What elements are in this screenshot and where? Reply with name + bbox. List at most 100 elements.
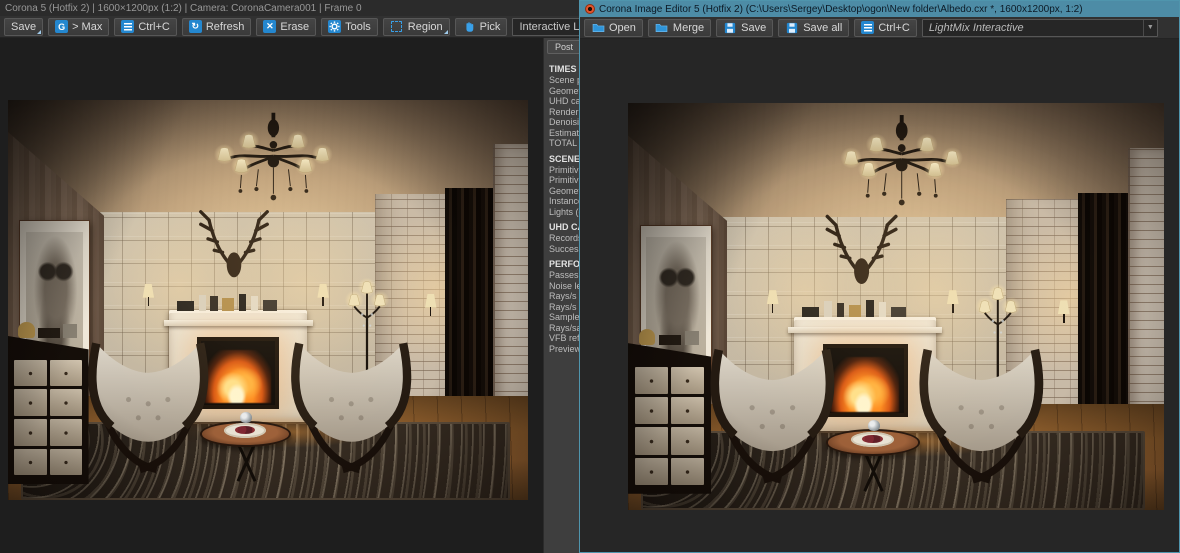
chandelier [213, 112, 333, 201]
coffee-table [826, 420, 921, 496]
region-button[interactable]: Region [382, 17, 450, 36]
folder-merge-icon [655, 21, 669, 35]
merge-label: Merge [672, 21, 705, 34]
erase-label: Erase [280, 20, 310, 33]
save-label: Save [11, 20, 37, 33]
save-button[interactable]: Save [4, 17, 44, 36]
sconce-arm [147, 297, 150, 306]
cie-lightmix-value: LightMix Interactive [928, 21, 1024, 34]
save-dropdown-corner [37, 29, 42, 34]
pick-label: Pick [479, 20, 501, 33]
stats-item: Primitiv [549, 164, 579, 175]
stats-item: TOTAL e [549, 138, 579, 148]
vfb-render-canvas[interactable] [8, 100, 528, 500]
stats-section-uhd: UHD CA [549, 222, 579, 232]
sconce-arm [771, 303, 774, 313]
stats-item: Passes t [549, 270, 579, 280]
render-scene [628, 103, 1164, 510]
mantel-decor [177, 293, 297, 311]
dresser [628, 343, 712, 494]
copy-list-icon [121, 20, 135, 33]
stats-item: Primitiv [549, 175, 579, 185]
copy-list-icon [861, 21, 875, 34]
open-label: Open [609, 21, 636, 34]
stats-item: Rays/s t [549, 291, 579, 301]
sconce-arm [322, 297, 324, 306]
render-scene [8, 100, 528, 500]
region-dashed-icon [390, 20, 404, 34]
stats-item: Denoisin [549, 117, 579, 127]
armchair-right [919, 348, 1044, 484]
stats-item: Renderin [549, 106, 579, 117]
stats-item: Rays/s a [549, 301, 579, 312]
stats-item: VFB refr [549, 333, 579, 343]
floppy-save-all-icon [785, 21, 799, 35]
stats-item: Noise le [549, 280, 579, 291]
erase-button[interactable]: ✕ Erase [256, 17, 317, 36]
sconce-shade [1057, 300, 1070, 315]
refresh-button[interactable]: ↻ Refresh [181, 17, 252, 36]
tools-button[interactable]: Tools [321, 17, 378, 36]
chevron-down-icon: ▼ [1142, 19, 1157, 36]
dresser-decor [638, 328, 703, 346]
stats-item: Records: [549, 233, 579, 243]
wall-sconce [943, 290, 962, 313]
region-dropdown-corner [443, 29, 448, 34]
wall-sconce [763, 290, 782, 313]
save-all-button[interactable]: Save all [778, 18, 850, 37]
dresser-drawers [14, 359, 83, 476]
erase-x-icon: ✕ [263, 20, 277, 33]
mantel-decor [802, 299, 925, 318]
armchair-left [88, 342, 209, 474]
cie-lightmix-dropdown[interactable]: LightMix Interactive ▼ [921, 18, 1158, 37]
folder-open-icon [591, 21, 605, 35]
stats-tabs: Post S [544, 38, 579, 56]
vfb-titlebar[interactable]: Corona 5 (Hotfix 2) | 1600×1200px (1:2) … [0, 0, 579, 16]
corona-image-editor-window: Corona Image Editor 5 (Hotfix 2) (C:\Use… [579, 0, 1180, 553]
desktop: Corona 5 (Hotfix 2) | 1600×1200px (1:2) … [0, 0, 1180, 553]
stats-body: TIMES Scene pa Geometr UHD cac Renderin … [544, 56, 579, 354]
tab-post[interactable]: Post [547, 40, 579, 54]
mantel-shelf [788, 326, 942, 333]
cie-copy-button[interactable]: Ctrl+C [854, 18, 917, 37]
stats-section-times: TIMES [549, 64, 577, 74]
copy-label: Ctrl+C [138, 20, 170, 33]
pick-button[interactable]: Pick [454, 17, 508, 36]
cie-save-button[interactable]: Save [716, 18, 774, 37]
armchair-right [291, 342, 412, 474]
cie-titlebar[interactable]: Corona Image Editor 5 (Hotfix 2) (C:\Use… [580, 1, 1179, 17]
sconce-shade [766, 290, 779, 305]
send-to-max-button[interactable]: G > Max [48, 17, 110, 36]
sconce-shade [946, 290, 959, 305]
stats-item: Preview [549, 343, 579, 354]
mantel-shelf [163, 320, 313, 326]
silver-teapot [867, 420, 880, 432]
berries [861, 434, 883, 444]
merge-button[interactable]: Merge [647, 18, 712, 37]
vfb-toolbar: Save G > Max Ctrl+C ↻ Refresh ✕ Erase To… [0, 16, 699, 38]
cie-render-canvas[interactable] [628, 103, 1164, 510]
sconce-arm [952, 303, 954, 313]
wall-sconce [1054, 300, 1073, 323]
gear-icon [328, 20, 342, 33]
stats-item: Scene pa [549, 75, 579, 85]
open-button[interactable]: Open [584, 18, 643, 37]
armchair-left [710, 348, 835, 484]
copy-button[interactable]: Ctrl+C [114, 17, 177, 36]
max-label: > Max [72, 20, 103, 33]
sconce-arm [1062, 313, 1065, 323]
sconce-shade [317, 284, 329, 298]
vfb-stats-panel: Post S TIMES Scene pa Geometr UHD cac Re… [543, 38, 579, 553]
coffee-table [200, 411, 292, 486]
floppy-save-icon [723, 21, 737, 35]
dresser-decor [18, 322, 80, 338]
region-label: Region [407, 20, 443, 33]
chandelier [840, 115, 963, 206]
wall-sconce [314, 284, 333, 306]
corona-vfb-window: Corona 5 (Hotfix 2) | 1600×1200px (1:2) … [0, 0, 699, 553]
dresser [8, 336, 89, 484]
cie-save-label: Save [741, 21, 767, 34]
stats-item: Success [549, 243, 579, 254]
cie-toolbar: Open Merge Save Save all Ctrl+C LightMix… [580, 17, 1179, 39]
sconce-shade [425, 294, 437, 308]
